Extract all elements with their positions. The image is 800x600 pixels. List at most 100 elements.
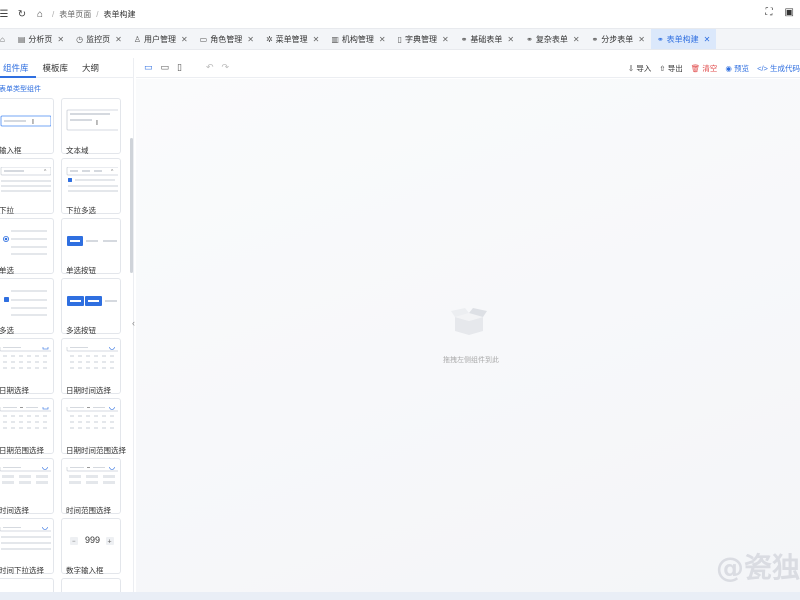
- clear-button[interactable]: 🗑 清空: [691, 63, 718, 74]
- tab-monitor[interactable]: ◷ 监控页 ✕: [70, 29, 128, 49]
- tab-step-form[interactable]: ⚭ 分步表单 ✕: [586, 29, 651, 49]
- refresh-icon[interactable]: ↻: [15, 7, 29, 21]
- svg-text:+: +: [108, 539, 112, 546]
- checkbox-preview: [4, 290, 47, 316]
- import-button[interactable]: ⇩ 导入: [628, 63, 651, 74]
- component-label: 时间范围选择: [66, 506, 111, 515]
- component-label: 时间选择: [0, 506, 29, 515]
- date-range-preview: [0, 407, 51, 429]
- export-icon: ⇧: [659, 63, 666, 73]
- time-select-preview: [0, 527, 51, 550]
- scrollbar[interactable]: [130, 138, 133, 273]
- breadcrumb: ⌂ / 表单页面 / 表单构建: [33, 7, 136, 21]
- component-datetime[interactable]: 日期时间选择: [61, 338, 121, 395]
- tab-component-library[interactable]: 组件库: [0, 58, 36, 78]
- component-label: 输入框: [0, 146, 22, 155]
- tab-template-library[interactable]: 模板库: [36, 58, 76, 78]
- svg-text:I: I: [96, 120, 98, 127]
- close-icon[interactable]: ✕: [313, 35, 320, 44]
- preview-button[interactable]: ◉ 预览: [725, 63, 749, 74]
- component-date-range[interactable]: 日期范围选择: [0, 398, 54, 455]
- close-icon[interactable]: ✕: [379, 35, 386, 44]
- component-panel: 组件库 模板库 大纲 表单类型组件 I 输入框 I 文本域 ^ 下拉 ^ 下拉多…: [0, 58, 134, 600]
- builder-toolbar: ▭ ▭ ▯ ↶ ↷ ⇩ 导入 ⇧ 导出 🗑 清空 ◉ 预览 </> 生成代码: [136, 58, 800, 78]
- component-time[interactable]: 时间选择: [0, 458, 54, 515]
- component-label: 单选: [0, 266, 14, 275]
- component-checkbox-button[interactable]: 多选按钮: [61, 278, 121, 335]
- close-icon[interactable]: ✕: [507, 35, 514, 44]
- component-time-select[interactable]: 时间下拉选择: [0, 518, 54, 575]
- component-label: 多选按钮: [66, 326, 96, 335]
- tab-form-builder[interactable]: ⚭ 表单构建 ✕: [650, 29, 717, 49]
- monitor-icon: ◷: [76, 34, 84, 44]
- close-icon[interactable]: ✕: [573, 35, 580, 44]
- tab-dict[interactable]: ▯ 字典管理 ✕: [392, 29, 455, 49]
- close-icon[interactable]: ✕: [115, 35, 122, 44]
- tab-roles[interactable]: ▭ 角色管理 ✕: [194, 29, 260, 49]
- tab-menus[interactable]: ✲ 菜单管理 ✕: [260, 29, 325, 49]
- close-icon[interactable]: ✕: [638, 35, 645, 44]
- component-multi-select[interactable]: ^ 下拉多选: [61, 158, 121, 215]
- component-label: 日期时间选择: [66, 386, 111, 395]
- redo-icon[interactable]: ↷: [222, 62, 230, 73]
- menu-toggle-icon[interactable]: ☰: [0, 7, 11, 21]
- component-datetime-range[interactable]: 日期时间范围选择: [61, 398, 126, 455]
- component-date[interactable]: 日期选择: [0, 338, 54, 395]
- component-label: 单选按钮: [66, 266, 96, 275]
- undo-icon[interactable]: ↶: [206, 62, 214, 73]
- tab-analysis[interactable]: ▤ 分析页 ✕: [12, 29, 70, 49]
- time-range-preview: [66, 467, 118, 484]
- form-canvas[interactable]: 拖拽左侧组件到此: [136, 79, 800, 600]
- link-icon: ⚭: [460, 34, 468, 44]
- empty-box-icon: [451, 308, 487, 335]
- eye-icon: ◉: [725, 63, 732, 73]
- close-icon[interactable]: ✕: [704, 35, 711, 44]
- section-title: 表单类型组件: [0, 86, 41, 93]
- export-button[interactable]: ⇧ 导出: [659, 63, 682, 74]
- close-icon[interactable]: ✕: [181, 35, 188, 44]
- number-value: 999: [85, 535, 101, 545]
- close-icon[interactable]: ✕: [442, 35, 449, 44]
- tab-outline[interactable]: 大纲: [75, 58, 106, 78]
- fullscreen-icon[interactable]: ⛶: [766, 7, 773, 18]
- component-textarea[interactable]: I 文本域: [61, 98, 121, 155]
- user-icon: ♙: [133, 34, 141, 44]
- tab-home[interactable]: ⌂: [0, 29, 12, 49]
- tablet-view-icon[interactable]: ▭: [161, 62, 170, 73]
- top-header: ☰ ↻ ⌂ / 表单页面 / 表单构建 ⛶ ▣: [0, 0, 800, 28]
- multi-select-preview: ^: [66, 167, 118, 192]
- close-icon[interactable]: ✕: [57, 35, 64, 44]
- dict-icon: ▯: [397, 34, 403, 44]
- page-layout-icon[interactable]: ▣: [785, 7, 794, 18]
- footer-stripe: [0, 592, 800, 600]
- component-checkbox[interactable]: 多选: [0, 278, 54, 335]
- tab-org[interactable]: ▥ 机构管理 ✕: [325, 29, 391, 49]
- link-icon: ⚭: [526, 34, 533, 44]
- close-icon[interactable]: ✕: [247, 35, 254, 44]
- trash-icon: 🗑: [690, 63, 701, 73]
- component-radio[interactable]: 单选: [0, 218, 54, 275]
- tab-basic-form[interactable]: ⚭ 基础表单 ✕: [455, 29, 520, 49]
- component-label: 时间下拉选择: [0, 566, 44, 575]
- component-label: 多选: [0, 326, 14, 335]
- breadcrumb-current: 表单构建: [103, 9, 136, 19]
- component-number-input[interactable]: − + 999 数字输入框: [61, 518, 121, 575]
- tab-users[interactable]: ♙ 用户管理 ✕: [128, 29, 194, 49]
- mobile-view-icon[interactable]: ▯: [177, 62, 182, 73]
- textarea-preview: I: [66, 109, 118, 131]
- svg-text:−: −: [72, 539, 76, 545]
- menu-icon: ✲: [265, 34, 273, 44]
- chart-icon: ▤: [17, 34, 26, 44]
- component-select[interactable]: ^ 下拉: [0, 158, 54, 215]
- datetime-preview: [66, 347, 118, 369]
- component-time-range[interactable]: 时间范围选择: [61, 458, 121, 515]
- home-icon: ⌂: [0, 34, 5, 44]
- generate-code-button[interactable]: </> 生成代码: [757, 63, 800, 74]
- component-input[interactable]: I 输入框: [0, 98, 54, 155]
- tab-complex-form[interactable]: ⚭ 复杂表单 ✕: [520, 29, 585, 49]
- time-preview: [0, 467, 51, 484]
- desktop-view-icon[interactable]: ▭: [144, 62, 153, 73]
- component-radio-button[interactable]: 单选按钮: [61, 218, 121, 275]
- breadcrumb-item[interactable]: 表单页面: [59, 9, 91, 20]
- home-icon[interactable]: ⌂: [33, 7, 47, 21]
